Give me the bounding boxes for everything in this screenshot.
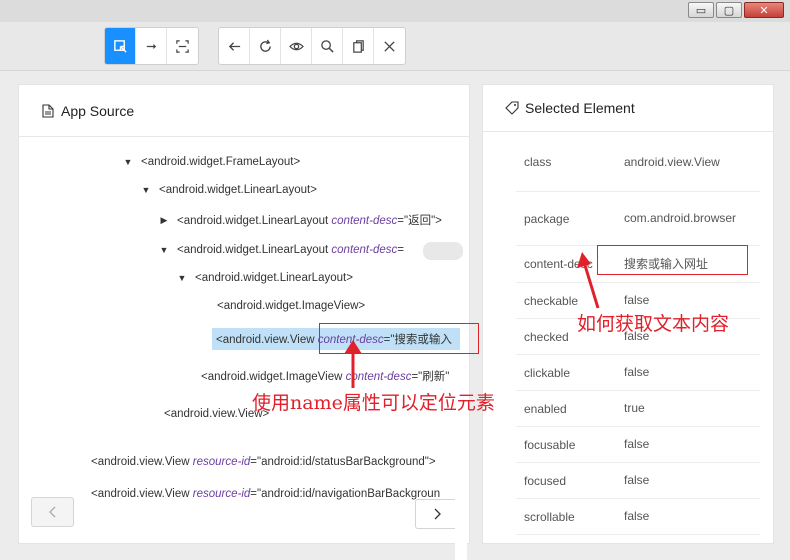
scroll-left-button[interactable] xyxy=(31,497,74,527)
restore-button[interactable]: ▢ xyxy=(716,2,742,18)
node-tag: <android.view.View resource-id="android:… xyxy=(91,488,441,500)
annotation-text-name: 使用name属性可以定位元素 xyxy=(252,392,495,414)
tree-node[interactable]: <android.widget.ImageView> xyxy=(217,300,365,312)
attr-key: class xyxy=(524,155,552,169)
tree-node[interactable]: <android.view.View resource-id="android:… xyxy=(91,488,440,500)
toggle-visibility-button[interactable] xyxy=(281,28,312,64)
node-tag: <android.view.View resource-id="android:… xyxy=(91,456,436,468)
file-icon xyxy=(42,103,54,118)
node-tag: <android.widget.LinearLayout content-des… xyxy=(177,244,404,256)
annotation-arrow-up-icon xyxy=(344,340,362,388)
window-title-bar: ▭ ▢ ✕ xyxy=(0,0,790,22)
select-mode-button[interactable] xyxy=(105,28,136,64)
tree-node[interactable]: ▼ <android.widget.LinearLayout> xyxy=(177,272,353,284)
back-button[interactable] xyxy=(219,28,250,64)
swipe-mode-button[interactable] xyxy=(136,28,167,64)
attr-value: com.android.browser xyxy=(624,211,737,225)
back-arrow-icon xyxy=(228,41,240,51)
collapse-triangle-icon[interactable]: ▼ xyxy=(141,185,151,195)
attr-key: enabled xyxy=(524,401,567,416)
selected-element-title: Selected Element xyxy=(525,100,635,116)
attr-key: long-clickable xyxy=(516,535,616,543)
attr-key: package xyxy=(524,211,570,226)
collapse-triangle-icon[interactable]: ▼ xyxy=(123,157,133,167)
tap-coordinates-button[interactable] xyxy=(167,28,198,64)
node-tag: <android.widget.LinearLayout> xyxy=(159,184,317,196)
annotation-arrow-diagonal-icon xyxy=(577,252,600,309)
minimize-icon: ▭ xyxy=(695,4,707,17)
attr-value: false xyxy=(624,365,650,379)
scrollbar-track[interactable] xyxy=(455,470,467,560)
attr-key: focusable xyxy=(524,437,576,452)
toolbar xyxy=(0,22,790,71)
tree-node[interactable]: ▼ <android.widget.LinearLayout> xyxy=(141,184,317,196)
collapse-triangle-icon[interactable]: ▼ xyxy=(177,273,187,283)
quit-session-button[interactable] xyxy=(374,28,405,64)
annotation-box-content-desc xyxy=(597,245,748,275)
selected-element-header: Selected Element xyxy=(483,85,773,132)
copy-xml-button[interactable] xyxy=(343,28,374,64)
scroll-right-button[interactable] xyxy=(415,499,458,529)
table-row: clickable false xyxy=(516,355,760,391)
eye-icon xyxy=(288,42,304,50)
close-icon xyxy=(384,40,395,52)
tree-node[interactable]: <android.widget.ImageView content-desc="… xyxy=(201,368,449,384)
table-row: enabled true xyxy=(516,391,760,427)
node-tag: <android.widget.FrameLayout> xyxy=(141,156,301,168)
search-icon xyxy=(320,39,334,53)
search-button[interactable] xyxy=(312,28,343,64)
table-row: long-clickablefalse xyxy=(516,535,760,543)
copy-xml-icon xyxy=(352,39,364,53)
node-tag: <android.widget.ImageView> xyxy=(217,300,366,312)
node-tag: <android.widget.ImageView content-desc="… xyxy=(201,371,450,383)
tree-node[interactable]: <android.view.View resource-id="android:… xyxy=(91,456,436,468)
table-row: focusable false xyxy=(516,427,760,463)
swipe-mode-icon xyxy=(146,43,156,49)
tap-by-coordinates-icon xyxy=(176,39,189,53)
refresh-button[interactable] xyxy=(250,28,281,64)
refresh-icon xyxy=(259,39,271,52)
attr-value: false xyxy=(624,473,650,487)
attributes-table: class android.view.View package com.androi… xyxy=(516,133,760,543)
app-source-title: App Source xyxy=(61,102,135,119)
attr-key: scrollable xyxy=(524,509,575,524)
expand-triangle-icon[interactable]: ▶ xyxy=(159,215,169,226)
chevron-left-icon xyxy=(48,506,55,518)
table-row: class android.view.View xyxy=(516,133,760,192)
window-controls: ▭ ▢ ✕ xyxy=(688,2,784,18)
tree-node[interactable]: ▼ <android.widget.LinearLayout content-d… xyxy=(159,244,404,256)
chevron-right-icon xyxy=(434,508,441,520)
select-mode-icon xyxy=(113,39,127,53)
tag-icon xyxy=(505,101,519,115)
annotation-text-content: 如何获取文本内容 xyxy=(577,313,730,335)
node-tag: <android.widget.LinearLayout content-des… xyxy=(177,215,442,227)
attr-value: false xyxy=(624,437,650,451)
tree-node[interactable]: ▼ <android.widget.FrameLayout> xyxy=(123,156,301,168)
node-tag: <android.widget.LinearLayout> xyxy=(195,272,353,284)
table-row: focused false xyxy=(516,463,760,499)
restore-icon: ▢ xyxy=(723,4,735,17)
truncated-text-fade xyxy=(423,242,463,260)
mode-button-group xyxy=(104,27,199,65)
table-row: scrollable false xyxy=(516,499,760,535)
attr-value: false xyxy=(616,535,760,543)
close-window-button[interactable]: ✕ xyxy=(744,2,784,18)
attr-value: true xyxy=(624,401,645,415)
attr-key: focused xyxy=(524,473,567,488)
attr-value: android.view.View xyxy=(624,154,720,169)
action-button-group xyxy=(218,27,406,65)
close-window-icon: ✕ xyxy=(759,4,769,17)
tree-node[interactable]: ▶ <android.widget.LinearLayout content-d… xyxy=(159,212,442,228)
table-row: package com.android.browser xyxy=(516,192,760,246)
attr-key: clickable xyxy=(524,365,571,380)
app-source-panel: App Source ▼ <android.widget.FrameLayout… xyxy=(18,84,470,544)
collapse-triangle-icon[interactable]: ▼ xyxy=(159,245,169,255)
app-source-header: App Source xyxy=(19,85,469,137)
minimize-button[interactable]: ▭ xyxy=(688,2,714,18)
attr-value: false xyxy=(624,509,650,523)
